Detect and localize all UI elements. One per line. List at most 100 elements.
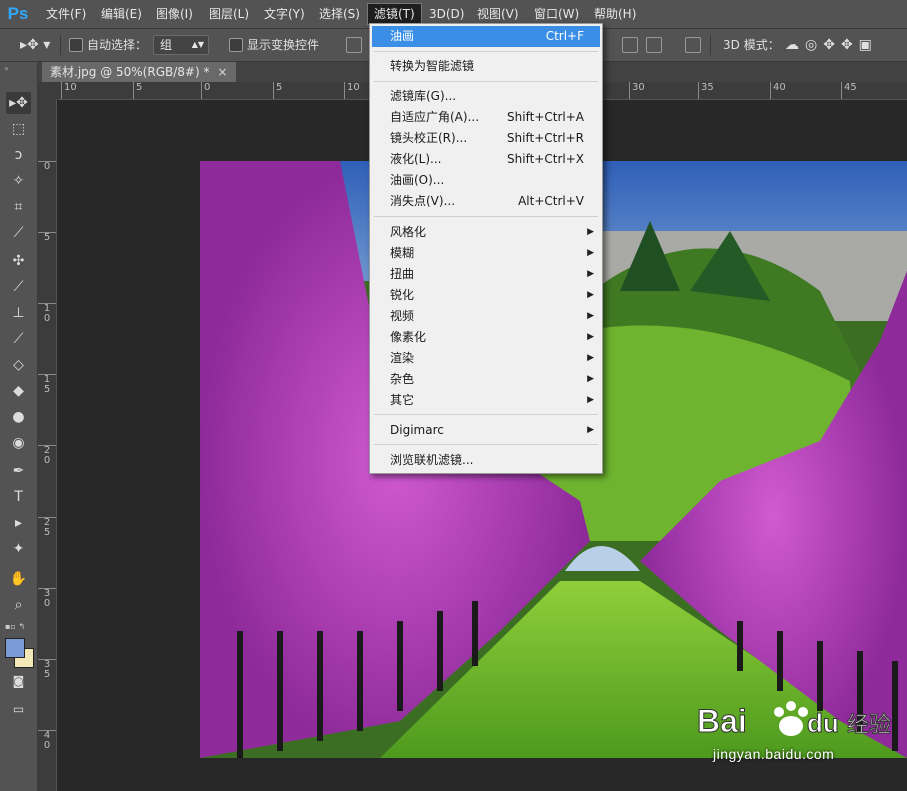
auto-select-checkbox[interactable]: [69, 38, 83, 52]
menu-item-noise[interactable]: 杂色 ▶: [372, 369, 600, 390]
vertical-ruler: 0 5 1 0 1 5 2 0 2 5 3 0 3 5 4 0: [38, 99, 57, 791]
3d-mode-icons[interactable]: ☁◎✥✥▣: [785, 35, 878, 55]
menu-item-blur[interactable]: 模糊 ▶: [372, 243, 600, 264]
menu-window[interactable]: 窗口(W): [528, 4, 585, 24]
ruler-label: 45: [841, 82, 857, 99]
ruler-label: 10: [344, 82, 360, 99]
screen-mode-icon[interactable]: ▭: [6, 698, 31, 720]
menu-item-oil-paint[interactable]: 油画(O)...: [372, 170, 600, 191]
panel-collapse-icon[interactable]: »: [4, 64, 9, 73]
menu-item-distort[interactable]: 扭曲 ▶: [372, 264, 600, 285]
hand-tool-icon[interactable]: ✋: [6, 568, 31, 590]
lasso-tool-icon[interactable]: ↄ: [6, 144, 31, 166]
move-tool-icon[interactable]: ▸✥: [6, 92, 31, 114]
auto-align-icon[interactable]: [685, 37, 701, 53]
submenu-arrow-icon: ▶: [587, 374, 594, 384]
ruler-label: 3 0: [38, 588, 56, 609]
photoshop-logo: Ps: [7, 4, 29, 23]
menu-item-other[interactable]: 其它 ▶: [372, 390, 600, 411]
path-selection-icon[interactable]: ▸: [6, 512, 31, 534]
magic-wand-icon[interactable]: ✧: [6, 170, 31, 192]
ruler-label: 5: [273, 82, 282, 99]
auto-select-dropdown[interactable]: 组 ▲▼: [153, 35, 209, 55]
ruler-label: 4 0: [38, 730, 56, 751]
history-brush-icon[interactable]: ⟋: [6, 328, 31, 350]
auto-select-label: 自动选择：: [87, 38, 148, 52]
move-tool-icon[interactable]: ▸✥ ▾: [20, 35, 50, 55]
svg-text:经验: 经验: [847, 713, 891, 738]
marquee-tool-icon[interactable]: ⬚: [6, 118, 31, 140]
menu-item-vanishing-point[interactable]: 消失点(V)... Alt+Ctrl+V: [372, 191, 600, 212]
menu-help[interactable]: 帮助(H): [588, 4, 642, 24]
align-icon[interactable]: [622, 37, 638, 53]
menu-item-stylize[interactable]: 风格化 ▶: [372, 222, 600, 243]
menu-3d[interactable]: 3D(D): [423, 4, 470, 24]
menu-separator: [374, 81, 598, 82]
menu-file[interactable]: 文件(F): [40, 4, 92, 24]
ruler-label: 1 5: [38, 374, 56, 395]
eyedropper-tool-icon[interactable]: ⟋: [6, 222, 31, 244]
dodge-tool-icon[interactable]: ◉: [6, 432, 31, 454]
menu-view[interactable]: 视图(V): [471, 4, 525, 24]
default-colors-icon[interactable]: ▪▫ ↰: [5, 622, 25, 631]
clone-stamp-icon[interactable]: ⊥: [6, 302, 31, 324]
menu-item-oil-paint-last[interactable]: 油画 Ctrl+F: [372, 26, 600, 47]
ruler-label: 2 0: [38, 445, 56, 466]
menu-type[interactable]: 文字(Y): [258, 4, 311, 24]
pen-tool-icon[interactable]: ✒: [6, 460, 31, 482]
quick-mask-icon[interactable]: ◙: [6, 670, 31, 692]
dropdown-arrow-icon: ▲▼: [191, 40, 204, 49]
distribute-icon[interactable]: [646, 37, 662, 53]
menu-image[interactable]: 图像(I): [150, 4, 199, 24]
baidu-watermark: Bai du 经验 jingyan.baidu.com: [697, 690, 897, 770]
shape-tool-icon[interactable]: ✦: [6, 538, 31, 560]
close-icon[interactable]: ×: [217, 65, 227, 79]
divider: [710, 35, 711, 55]
ruler-label: 5: [133, 82, 142, 99]
svg-text:Bai: Bai: [697, 703, 747, 739]
submenu-arrow-icon: ▶: [587, 395, 594, 405]
mode-3d-label: 3D 模式：: [723, 38, 780, 52]
menu-item-lens-correction[interactable]: 镜头校正(R)... Shift+Ctrl+R: [372, 128, 600, 149]
menu-item-adaptive-wide-angle[interactable]: 自适应广角(A)... Shift+Ctrl+A: [372, 107, 600, 128]
menu-select[interactable]: 选择(S): [313, 4, 366, 24]
baidu-logo: Bai du 经验: [697, 701, 892, 740]
ruler-label: 40: [770, 82, 786, 99]
menu-separator: [374, 51, 598, 52]
submenu-arrow-icon: ▶: [587, 311, 594, 321]
ruler-label: 30: [629, 82, 645, 99]
document-tab[interactable]: 素材.jpg @ 50%(RGB/8#) * ×: [42, 62, 236, 82]
menu-item-pixelate[interactable]: 像素化 ▶: [372, 327, 600, 348]
filter-menu: 油画 Ctrl+F 转换为智能滤镜 滤镜库(G)... 自适应广角(A)... Sh…: [369, 23, 603, 474]
foreground-color-swatch[interactable]: [5, 638, 25, 658]
submenu-arrow-icon: ▶: [587, 425, 594, 435]
healing-brush-icon[interactable]: ✣: [6, 250, 31, 272]
type-tool-icon[interactable]: T: [6, 486, 31, 508]
menu-item-sharpen[interactable]: 锐化 ▶: [372, 285, 600, 306]
menu-item-liquify[interactable]: 液化(L)... Shift+Ctrl+X: [372, 149, 600, 170]
document-title: 素材.jpg @ 50%(RGB/8#) *: [50, 65, 210, 79]
brush-tool-icon[interactable]: ⟋: [6, 276, 31, 298]
ruler-corner: [38, 82, 58, 99]
menu-item-render[interactable]: 渲染 ▶: [372, 348, 600, 369]
menu-item-filter-gallery[interactable]: 滤镜库(G)...: [372, 86, 600, 107]
align-top-icon[interactable]: [346, 37, 362, 53]
menu-edit[interactable]: 编辑(E): [95, 4, 148, 24]
submenu-arrow-icon: ▶: [587, 248, 594, 258]
menu-item-convert-smart-filter[interactable]: 转换为智能滤镜: [372, 56, 600, 77]
show-transform-checkbox[interactable]: [229, 38, 243, 52]
svg-text:du: du: [807, 708, 839, 738]
blur-tool-icon[interactable]: ●: [6, 406, 31, 428]
paint-bucket-icon[interactable]: ◆: [6, 380, 31, 402]
divider: [60, 35, 61, 55]
menu-layer[interactable]: 图层(L): [203, 4, 255, 24]
crop-tool-icon[interactable]: ⌗: [6, 196, 31, 218]
menu-item-digimarc[interactable]: Digimarc ▶: [372, 420, 600, 441]
menu-filter[interactable]: 滤镜(T): [367, 3, 422, 25]
submenu-arrow-icon: ▶: [587, 269, 594, 279]
menu-item-browse-online-filters[interactable]: 浏览联机滤镜...: [372, 450, 600, 471]
menu-separator: [374, 414, 598, 415]
zoom-tool-icon[interactable]: ⌕: [6, 594, 31, 616]
menu-item-video[interactable]: 视频 ▶: [372, 306, 600, 327]
eraser-tool-icon[interactable]: ◇: [6, 354, 31, 376]
